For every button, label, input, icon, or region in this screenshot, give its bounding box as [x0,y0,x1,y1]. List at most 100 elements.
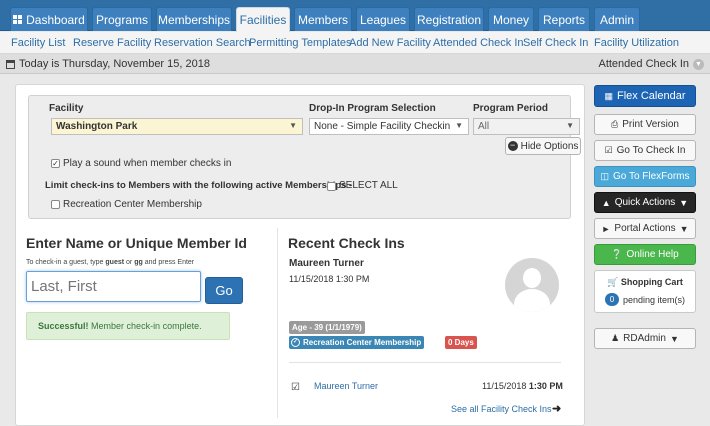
dropin-select-value: None - Simple Facility Checkin [314,121,451,132]
shopping-cart-box[interactable]: 🛒 Shopping Cart 0 pending item(s) [594,270,696,313]
user-menu-button[interactable]: ♟ RDAdmin ▼ [594,328,696,349]
quick-actions-label: Quick Actions [614,197,676,208]
go-to-flexforms-button[interactable]: ◫ Go To FlexForms [594,166,696,187]
user-icon: ♟ [611,333,620,343]
recent-row-date: 11/15/2018 [482,381,527,391]
go-to-checkin-label: Go To Check In [616,145,686,156]
check-circle-icon: ✓ [291,338,300,347]
calendar-icon [6,59,15,69]
recent-row-datetime: 11/15/2018 1:30 PM [482,381,563,391]
avatar [505,258,559,312]
cart-pending-text: pending item(s) [623,295,686,305]
user-name: RDAdmin [623,333,666,344]
subnav-add-new-facility[interactable]: Add New Facility [349,37,431,49]
quick-actions-button[interactable]: ▲ Quick Actions ▼ [594,192,696,213]
guest-hint: To check-in a guest, type guest or gg an… [26,259,194,266]
entry-heading: Enter Name or Unique Member Id [26,235,247,251]
cart-icon: 🛒 [607,277,619,287]
tab-reports[interactable]: Reports [538,7,590,31]
play-sound-checkbox[interactable]: ✓ [51,159,60,168]
subnav-facility-utilization[interactable]: Facility Utilization [594,37,679,49]
minus-circle-icon: − [507,141,518,151]
facility-label: Facility [49,103,84,114]
recent-divider [289,362,561,363]
grid-icon [13,15,23,24]
subnav-reservation-search[interactable]: Reservation Search [154,37,251,49]
column-divider [277,228,278,418]
cart-count-badge: 0 [605,293,619,306]
tab-label: Dashboard [26,12,85,27]
facility-select[interactable]: Washington Park ▼ [51,118,303,135]
calendar-icon: ▦ [604,90,614,101]
caret-down-icon: ▼ [679,223,689,234]
checkin-options: Facility Washington Park ▼ Drop-In Progr… [28,95,581,219]
attended-checkin-label: Attended Check In [598,58,689,70]
hide-options-button[interactable]: − Hide Options [505,137,581,155]
hint-guest: guest [105,259,125,266]
tab-members[interactable]: Members [294,7,352,31]
limit-memberships-label: Limit check-ins to Members with the foll… [45,180,353,191]
tab-label: Admin [599,12,634,27]
subnav-self-check-in[interactable]: Self Check In [523,37,588,49]
tab-dashboard[interactable]: Dashboard [10,7,88,31]
hint-or: or [126,259,133,266]
tab-label: Leagues [359,12,407,27]
caret-down-icon: ▼ [455,121,463,130]
caret-down-icon: ▼ [289,121,297,130]
attended-checkin-toggle[interactable]: Attended Check In ▼ [598,58,704,70]
question-circle-icon: ❔ [611,249,623,259]
tab-facilities[interactable]: Facilities [236,7,290,32]
hint-post: and press Enter [144,259,195,266]
see-all-checkins-link[interactable]: See all Facility Check Ins [451,404,552,414]
tab-label: Money [492,12,530,27]
select-all-checkbox[interactable] [327,182,336,191]
flex-calendar-button[interactable]: ▦ Flex Calendar [594,85,696,107]
go-button[interactable]: Go [205,277,243,304]
tab-label: Programs [95,12,148,27]
date-bar: Today is Thursday, November 15, 2018 Att… [0,54,710,74]
days-badge: 0 Days [445,336,477,349]
tab-label: Facilities [239,13,287,27]
portal-actions-label: Portal Actions [614,223,676,234]
portal-actions-button[interactable]: ► Portal Actions ▼ [594,218,696,239]
tab-registration[interactable]: Registration [414,7,484,31]
tab-money[interactable]: Money [488,7,534,31]
online-help-label: Online Help [626,249,679,260]
hide-options-label: Hide Options [520,140,579,152]
period-select[interactable]: All ▼ [473,118,580,135]
fire-icon: ▲ [601,197,611,208]
member-search-input[interactable] [26,271,201,302]
bullhorn-icon: ► [601,223,611,234]
dropin-select[interactable]: None - Simple Facility Checkin ▼ [309,118,469,135]
tab-memberships[interactable]: Memberships [156,7,232,31]
tab-programs[interactable]: Programs [92,7,152,31]
recent-row-member-link[interactable]: Maureen Turner [314,381,378,391]
print-icon: ⎙ [611,119,619,129]
checked-square-icon: ☑ [291,382,300,393]
go-to-checkin-button[interactable]: ☑ Go To Check In [594,140,696,161]
tab-admin[interactable]: Admin [594,7,640,31]
tab-leagues[interactable]: Leagues [356,7,410,31]
success-strong: Successful! [38,321,89,331]
recent-heading: Recent Check Ins [288,235,405,251]
membership-badge-text: Recreation Center Membership [303,338,422,347]
tab-label: Memberships [157,12,231,27]
facility-select-value: Washington Park [56,121,138,132]
file-icon: ◫ [600,171,609,181]
subnav-facility-list[interactable]: Facility List [11,37,65,49]
subnav-permitting-templates[interactable]: Permitting Templates [249,37,352,49]
print-version-button[interactable]: ⎙ Print Version [594,114,696,135]
recent-member-name: Maureen Turner [289,258,364,269]
today-date: Today is Thursday, November 15, 2018 [6,58,210,70]
success-text: Member check-in complete. [91,321,202,331]
caret-down-icon: ▼ [566,121,574,130]
membership-badge: ✓ Recreation Center Membership [289,336,425,349]
shopping-cart-title: 🛒 Shopping Cart [595,277,695,288]
play-sound-label: Play a sound when member checks in [63,158,232,169]
select-all-label: SELECT ALL [339,180,398,191]
print-version-label: Print Version [622,119,679,130]
online-help-button[interactable]: ❔ Online Help [594,244,696,265]
subnav-attended-check-in[interactable]: Attended Check In [433,37,524,49]
subnav-reserve-facility[interactable]: Reserve Facility [73,37,151,49]
recreation-membership-checkbox[interactable] [51,200,60,209]
